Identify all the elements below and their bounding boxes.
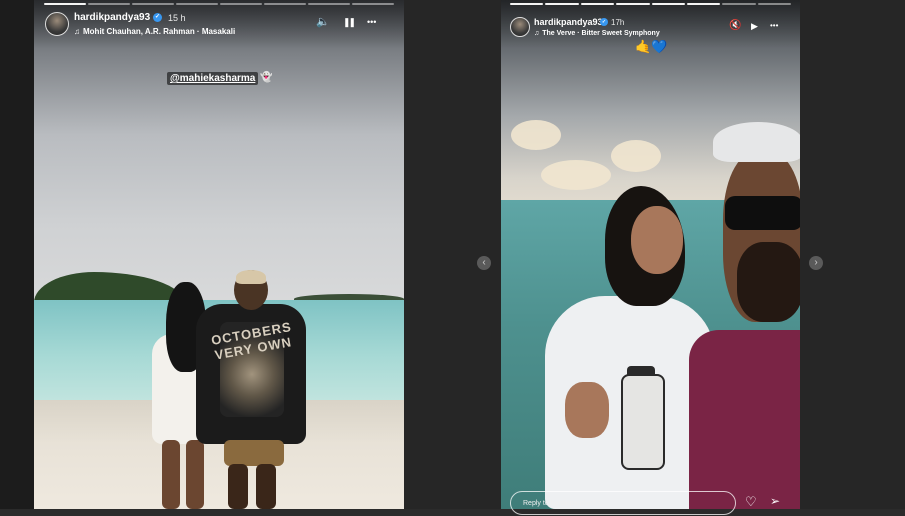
previous-story-button[interactable]: ‹ <box>477 256 491 270</box>
ghost-icon: 👻 <box>260 72 273 83</box>
cap <box>713 122 800 162</box>
more-icon[interactable]: ••• <box>367 17 376 27</box>
progress-bar <box>510 3 791 5</box>
more-icon[interactable]: ••• <box>770 21 778 30</box>
avatar[interactable] <box>45 12 69 36</box>
man-figure: OCTOBERS VERY OWN <box>196 270 306 509</box>
send-icon[interactable]: ➢ <box>770 494 780 508</box>
avatar[interactable] <box>510 17 530 37</box>
username[interactable]: hardikpandya93 <box>74 12 150 23</box>
username[interactable]: hardikpandya93 <box>534 17 603 27</box>
timestamp: 15 h <box>168 13 186 23</box>
sunglasses <box>725 196 800 230</box>
progress-bar <box>44 3 394 5</box>
right-background <box>800 0 905 509</box>
music-attribution[interactable]: ♫ Mohit Chauhan, A.R. Rahman · Masakali <box>74 27 235 36</box>
play-icon[interactable]: ▶ <box>751 21 758 32</box>
story-card-2[interactable]: hardikpandya93 ✓ 17h ♫ The Verve · Bitter… <box>501 0 800 509</box>
story-card-1[interactable]: OCTOBERS VERY OWN hardikpandya93 ✓ 15 h … <box>34 0 404 509</box>
pause-icon[interactable]: ❚❚ <box>343 17 356 28</box>
music-label: Mohit Chauhan, A.R. Rahman · Masakali <box>83 27 236 36</box>
reply-input[interactable]: Reply to hardikpandya93... <box>510 491 736 515</box>
timestamp: 17h <box>611 18 625 27</box>
water-bottle <box>621 374 665 470</box>
emoji-sticker: 🤙💙 <box>635 39 668 54</box>
left-background <box>0 0 34 509</box>
verified-badge-icon: ✓ <box>153 13 162 22</box>
man-figure <box>689 122 800 509</box>
music-attribution[interactable]: ♫ The Verve · Bitter Sweet Symphony <box>534 30 660 37</box>
music-label: The Verve · Bitter Sweet Symphony <box>542 30 660 37</box>
speaker-icon[interactable]: 🔈 <box>316 15 330 28</box>
muted-speaker-icon[interactable]: 🔇 <box>729 20 741 31</box>
verified-badge-icon: ✓ <box>600 18 608 26</box>
heart-icon[interactable]: ♡ <box>745 494 757 510</box>
music-note-icon: ♫ <box>534 30 540 37</box>
music-note-icon: ♫ <box>74 27 80 36</box>
next-story-button[interactable]: › <box>809 256 823 270</box>
gutter-background <box>404 0 501 509</box>
mention-sticker[interactable]: @mahiekasharma <box>167 72 259 85</box>
